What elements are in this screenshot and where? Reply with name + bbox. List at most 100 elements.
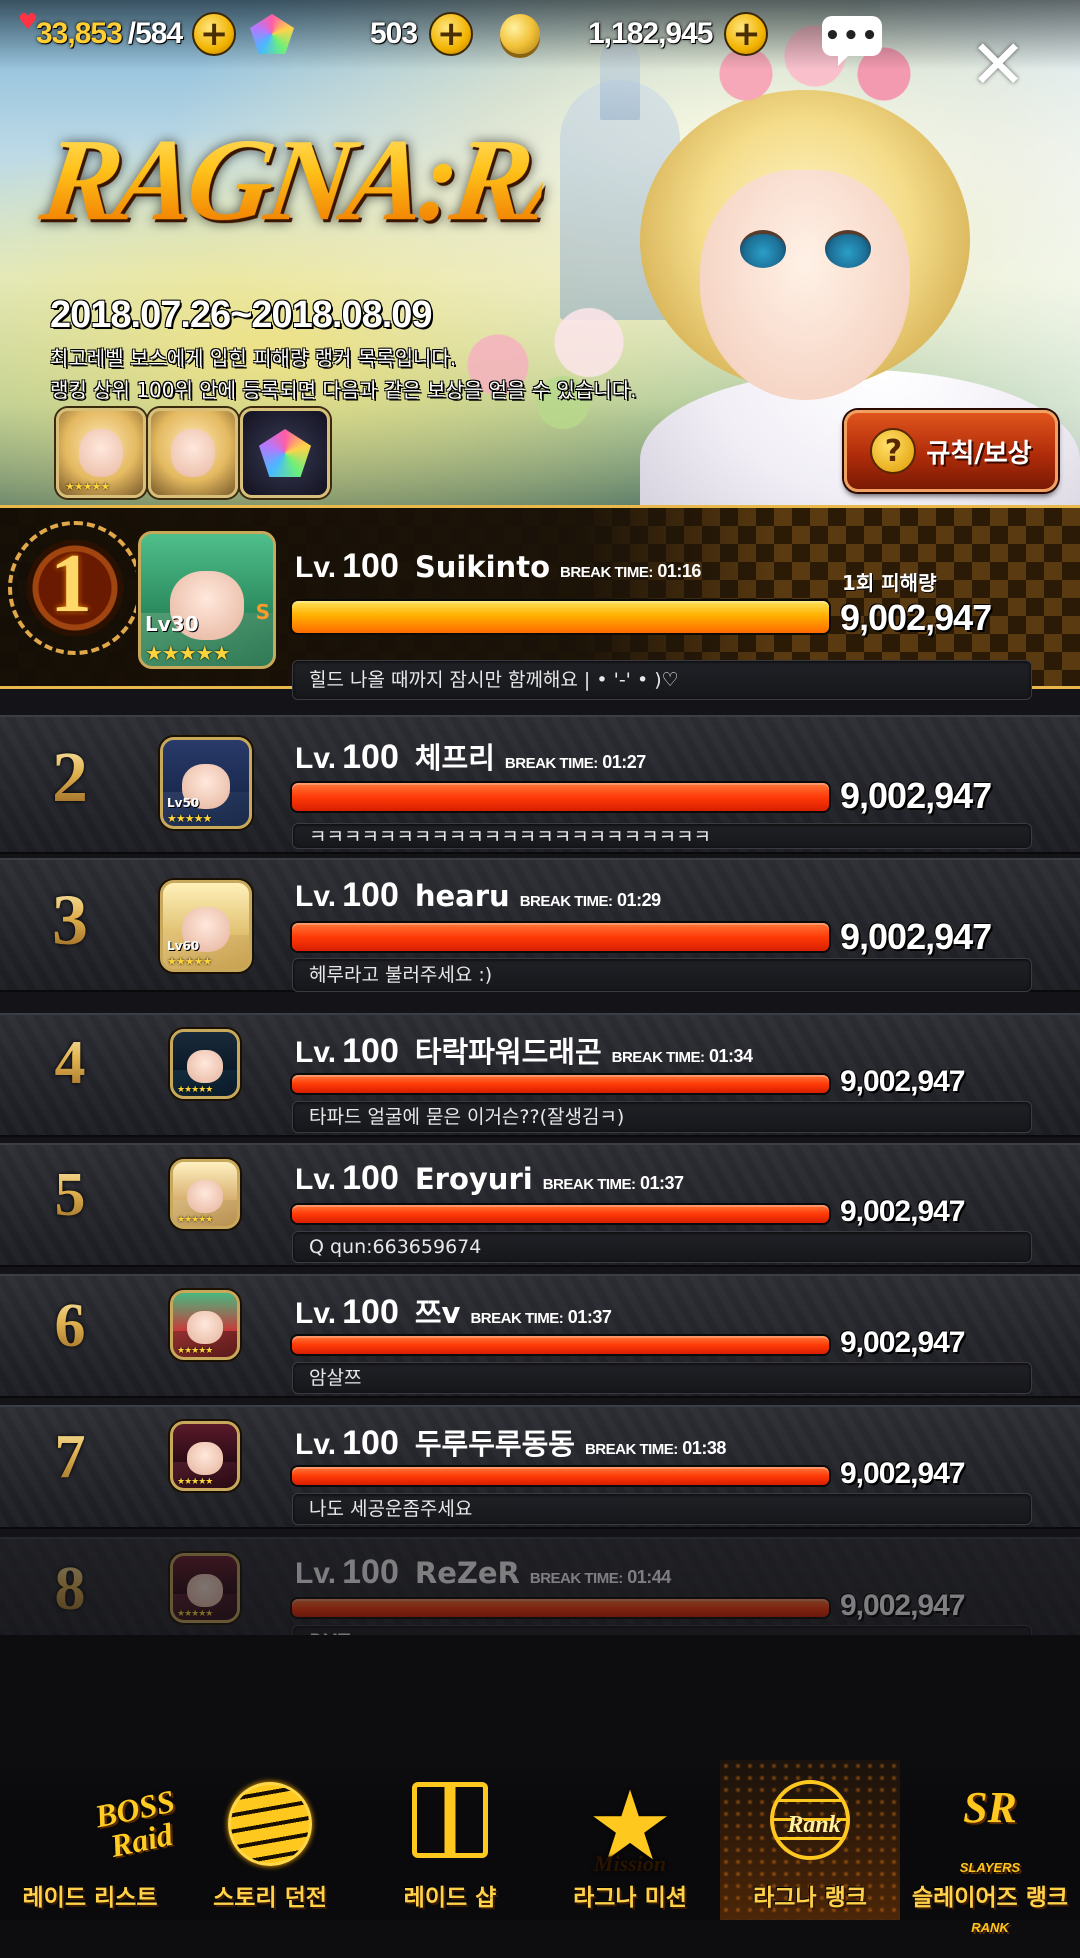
player-name: 타락파워드래곤 [414,1035,602,1069]
rank-number: 3 [30,880,110,960]
player-comment: 힐드 나올 때까지 잠시만 함께해요 | • '-' • )♡ [292,660,1032,700]
player-level: 100 [342,876,399,914]
player-level: 100 [342,1032,399,1070]
rank-row[interactable]: 1 Lv30 ★★★★★ S Lv. 100 Suikinto BREAK TI… [0,505,1080,700]
character-eye-left [740,230,786,268]
player-info: Lv. 100 타락파워드래곤 BREAK TIME: 01:34 [295,1029,753,1071]
player-avatar[interactable]: ★★★★★ [170,1553,240,1623]
damage-bar [292,1075,829,1093]
rank-row[interactable]: 2 Lv50 ★★★★★ Lv. 100 체프리 BREAK TIME: 01:… [0,715,1080,854]
rules-reward-label: 규칙/보상 [926,438,1032,469]
nav-slayers-rank[interactable]: SR SLAYERS RANK 슬레이어즈 랭크 [900,1760,1080,1935]
gold-count: 1,182,945 [588,17,713,50]
player-level: 100 [342,1293,399,1331]
rank-number: 8 [30,1549,110,1629]
nav-raid-list[interactable]: BOSS Raid 레이드 리스트 [0,1760,180,1920]
player-info: Lv. 100 체프리 BREAK TIME: 01:27 [295,735,646,777]
bottom-navigation: BOSS Raid 레이드 리스트 스토리 던전 레이드 샵 ★ Mission… [0,1760,1080,1935]
player-comment: Q qun:663659674 [292,1231,1032,1263]
nav-ragna-mission[interactable]: ★ Mission 라그나 미션 [540,1760,720,1920]
star-rating-icon: ★★★★★ [167,955,212,968]
nav-ragna-rank[interactable]: Rank 라그나 랭크 [720,1760,900,1920]
damage-value: 9,002,947 [840,1326,965,1359]
player-name: ReZeR [414,1556,520,1590]
add-stamina-button[interactable]: + [192,12,237,56]
player-comment: 나도 세공운좀주세요 [292,1493,1032,1525]
break-time: BREAK TIME: 01:37 [470,1307,612,1327]
break-time: BREAK TIME: 01:44 [529,1567,671,1587]
rules-reward-button[interactable]: ? 규칙/보상 [844,410,1058,492]
rank-number: 4 [30,1023,110,1103]
event-date-range: 2018.07.26~2018.08.09 [50,294,433,336]
avatar-level: Lv50 [167,796,200,810]
event-logo: RAGNA:RANK [28,90,760,290]
player-avatar[interactable]: ★★★★★ [170,1421,240,1491]
player-name: Eroyuri [414,1162,533,1196]
damage-value: 9,002,947 [840,1065,965,1098]
player-comment: 타파드 얼굴에 묻은 이거슨??(잘생김ㅋ) [292,1101,1032,1133]
player-info: Lv. 100 ReZeR BREAK TIME: 01:44 [295,1553,671,1591]
star-rating-icon: ★★★★★ [145,641,231,665]
star-rating-icon: ★★★★★ [177,1085,213,1095]
gift-box-icon [412,1782,488,1858]
player-comment: ㅋㅋㅋㅋㅋㅋㅋㅋㅋㅋㅋㅋㅋㅋㅋㅋㅋㅋㅋㅋㅋㅋㅋ [292,823,1032,849]
player-avatar[interactable]: Lv60 ★★★★★ [160,880,252,972]
damage-bar [292,923,829,951]
rank-number: 5 [30,1155,110,1235]
player-avatar[interactable]: Lv30 ★★★★★ S [138,531,276,669]
damage-value: 9,002,947 [840,1457,965,1490]
nav-raid-shop[interactable]: 레이드 샵 [360,1760,540,1920]
player-name: Suikinto [414,550,550,584]
star-rating-icon: ★★★★★ [177,1215,213,1225]
player-name: 체프리 [414,741,495,775]
rank-row[interactable]: 4 ★★★★★ Lv. 100 타락파워드래곤 BREAK TIME: 01:3… [0,1013,1080,1137]
rank-row[interactable]: 3 Lv60 ★★★★★ Lv. 100 hearu BREAK TIME: 0… [0,858,1080,992]
player-comment: BMT [292,1625,1032,1635]
ranking-list[interactable]: 1 Lv30 ★★★★★ S Lv. 100 Suikinto BREAK TI… [0,505,1080,1635]
player-avatar[interactable]: ★★★★★ [170,1159,240,1229]
player-level: 100 [342,738,399,776]
player-avatar[interactable]: ★★★★★ [170,1290,240,1360]
star-rating-icon: ★★★★★ [177,1609,213,1619]
stamina-max: /584 [127,17,183,50]
player-info: Lv. 100 hearu BREAK TIME: 01:29 [295,876,661,914]
gold-resource: 1,182,945 + [500,12,769,56]
player-avatar[interactable]: Lv50 ★★★★★ [160,737,252,829]
rank-row[interactable]: 8 ★★★★★ Lv. 100 ReZeR BREAK TIME: 01:44 … [0,1537,1080,1635]
character-portrait [187,1179,223,1214]
character-portrait [187,1441,223,1476]
reward-character-2[interactable] [148,408,238,498]
add-gold-button[interactable]: + [724,12,769,56]
player-name: 두루두루동동 [414,1427,575,1461]
rank-row[interactable]: 6 ★★★★★ Lv. 100 쯔v BREAK TIME: 01:37 9,0… [0,1274,1080,1398]
player-name: 쯔v [414,1296,461,1330]
rank-row[interactable]: 7 ★★★★★ Lv. 100 두루두루동동 BREAK TIME: 01:38… [0,1405,1080,1529]
rank-row[interactable]: 5 ★★★★★ Lv. 100 Eroyuri BREAK TIME: 01:3… [0,1143,1080,1267]
break-time: BREAK TIME: 01:29 [519,890,661,910]
bouquet-illustration [420,290,680,440]
striped-orb-icon [228,1782,312,1866]
nav-story-dungeon[interactable]: 스토리 던전 [180,1760,360,1920]
player-avatar[interactable]: ★★★★★ [170,1029,240,1099]
damage-label: 1회 피해량 [842,571,937,595]
close-icon[interactable]: ✕ [966,32,1030,100]
slayers-rank-icon: SR SLAYERS RANK [959,1783,1021,1935]
nav-label: 레이드 샵 [403,1885,497,1911]
chat-icon[interactable]: ••• [822,16,882,66]
player-info: Lv. 100 쯔v BREAK TIME: 01:37 [295,1290,612,1332]
gold-coin-icon [500,14,540,54]
nav-label: 라그나 랭크 [753,1885,867,1911]
question-icon: ? [870,428,917,474]
star-rating-icon: ★★★★★ [65,480,110,493]
reward-gem[interactable] [240,408,330,498]
star-rating-icon: ★★★★★ [177,1477,213,1487]
add-gems-button[interactable]: + [429,12,474,56]
event-banner: ♥ 33,853 /584 + 503 + 1,182,945 + ••• ✕ … [0,0,1080,505]
break-time: BREAK TIME: 01:38 [584,1438,726,1458]
damage-bar [292,1205,829,1223]
player-name: hearu [414,879,510,913]
nav-label: 슬레이어즈 랭크 [911,1885,1069,1911]
reward-character-1[interactable]: ★★★★★ [56,408,146,498]
character-portrait [187,1049,223,1084]
damage-value: 9,002,947 [840,1589,965,1622]
